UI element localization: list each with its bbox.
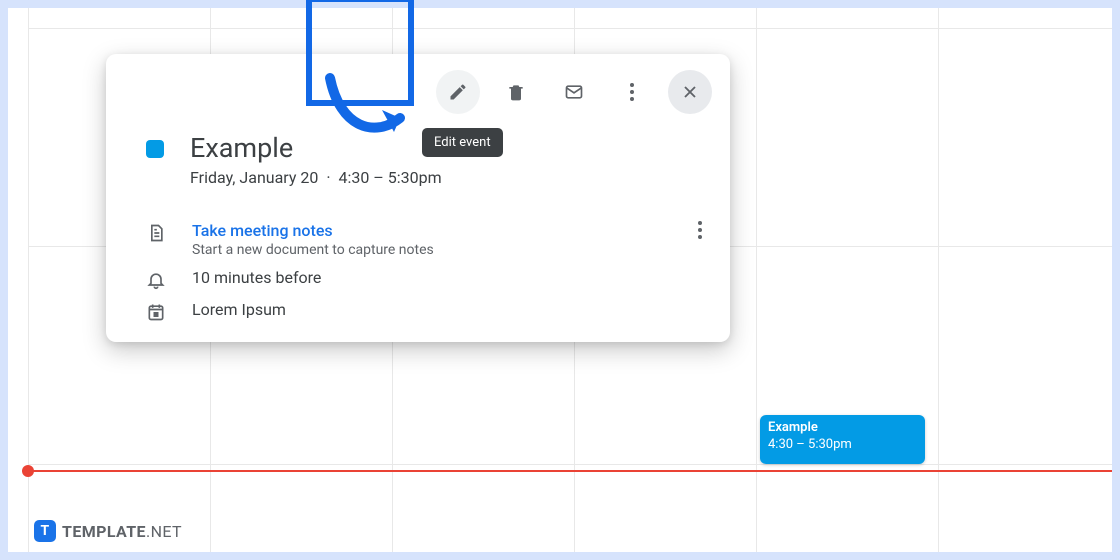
grid-line [28,28,1112,29]
grid-line [28,464,1112,465]
pencil-icon [448,82,468,102]
reminder-label: 10 minutes before [192,268,321,287]
current-time-dot [22,465,34,477]
calendar-row: Lorem Ipsum [106,290,730,322]
meeting-notes-row: Take meeting notes Start a new document … [106,211,730,258]
calendar-label: Lorem Ipsum [192,300,286,319]
more-vertical-icon [698,221,702,239]
popup-toolbar [106,54,730,114]
current-time-indicator [24,470,1112,472]
take-notes-link[interactable]: Take meeting notes [192,221,672,240]
edit-button[interactable] [436,70,480,114]
notes-options-button[interactable] [698,221,702,239]
delete-button[interactable] [494,70,538,114]
event-header: Example Friday, January 20 · 4:30 – 5:30… [106,114,730,187]
event-title: Example [190,132,442,164]
calendar-event-chip[interactable]: Example 4:30 – 5:30pm [760,415,925,464]
watermark-text: TEMPLATE.NET [62,522,182,541]
watermark: T TEMPLATE.NET [34,520,182,542]
bell-icon [146,270,166,290]
calendar-icon [146,302,166,322]
trash-icon [506,82,526,102]
close-icon [680,82,700,102]
more-vertical-icon [630,83,634,101]
event-datetime: Friday, January 20 · 4:30 – 5:30pm [190,168,442,187]
document-icon [146,223,166,243]
options-button[interactable] [610,70,654,114]
email-button[interactable] [552,70,596,114]
event-chip-time: 4:30 – 5:30pm [768,437,917,454]
event-details-popup: Example Friday, January 20 · 4:30 – 5:30… [106,54,730,342]
take-notes-sub: Start a new document to capture notes [192,242,672,258]
reminder-row: 10 minutes before [106,258,730,290]
event-color-swatch [146,140,164,158]
close-button[interactable] [668,70,712,114]
envelope-icon [564,82,584,102]
watermark-icon: T [34,520,56,542]
event-chip-title: Example [768,420,917,437]
edit-tooltip: Edit event [422,128,503,157]
